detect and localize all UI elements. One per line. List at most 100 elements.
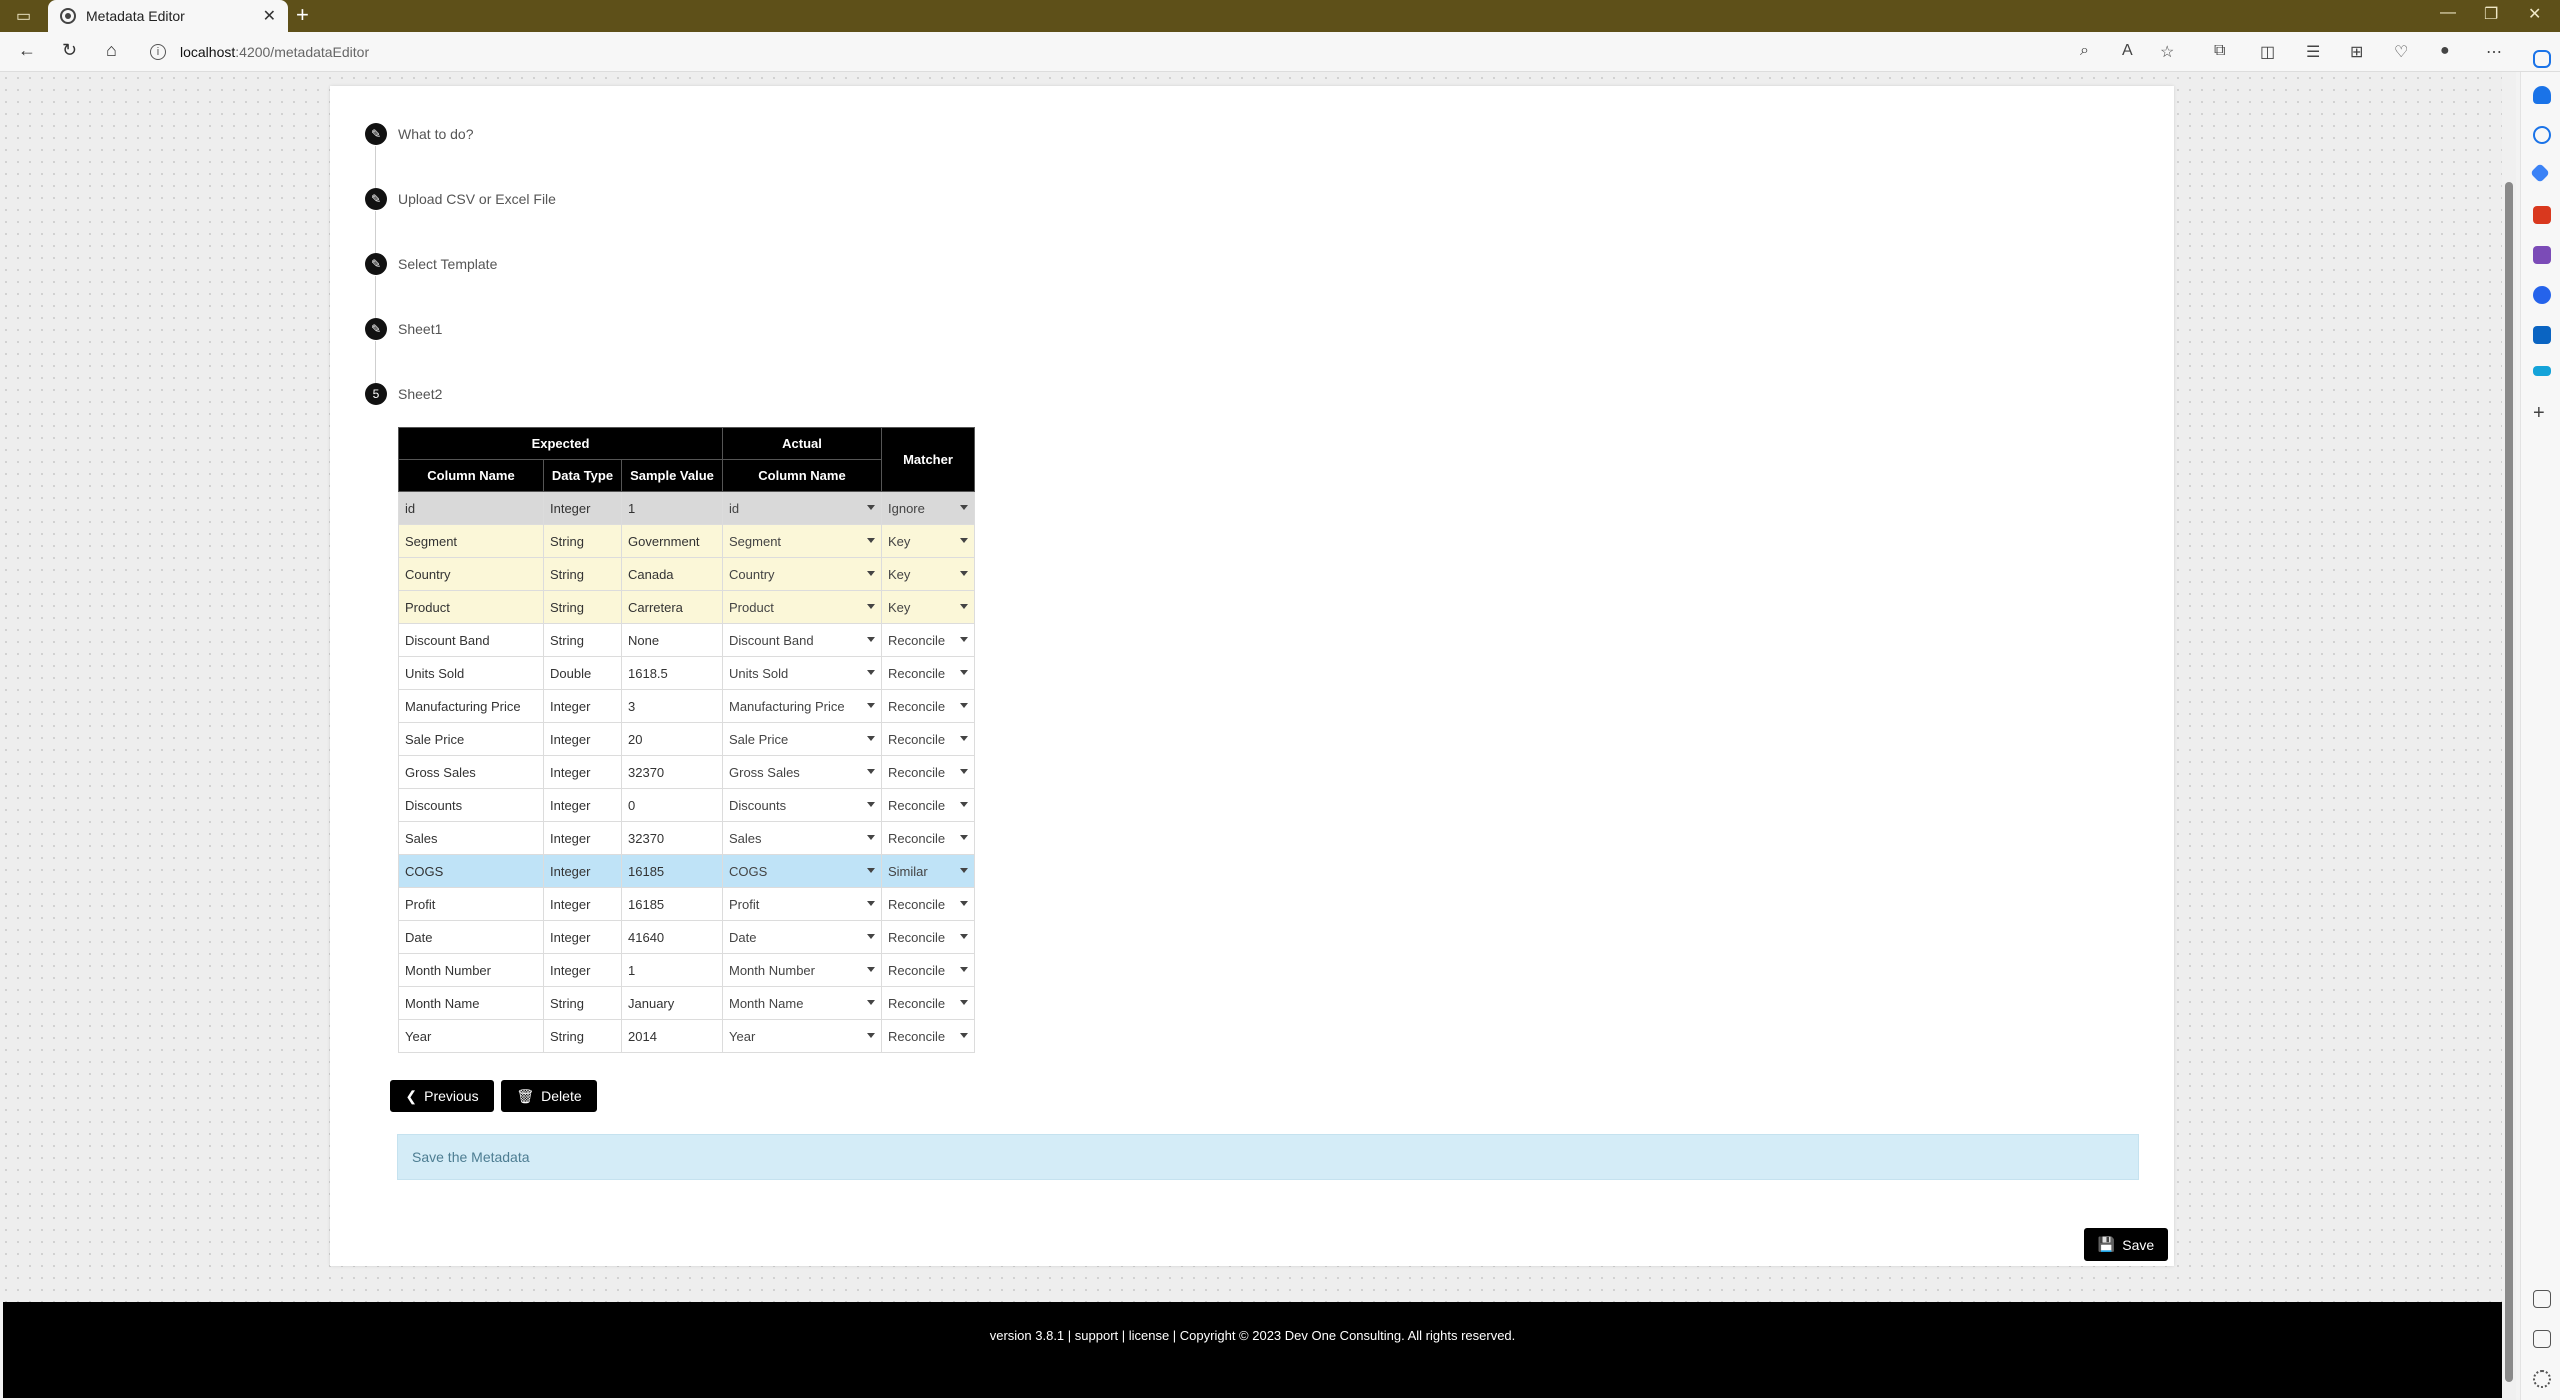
actual-column-select[interactable]: Date	[722, 920, 882, 954]
step-sheet1[interactable]: ✎ Sheet1	[365, 318, 442, 340]
shopping-icon[interactable]	[2530, 163, 2550, 183]
copilot-icon[interactable]	[2533, 50, 2551, 68]
matcher-select[interactable]: Reconcile	[881, 755, 975, 789]
matcher-select[interactable]: Key	[881, 557, 975, 591]
matcher-select[interactable]: Key	[881, 590, 975, 624]
caret-down-icon	[867, 1000, 875, 1005]
caret-down-icon	[867, 802, 875, 807]
read-aloud-icon[interactable]: A	[2122, 42, 2133, 60]
actual-column-select[interactable]: Country	[722, 557, 882, 591]
more-options-icon[interactable]: ⋯	[2486, 42, 2502, 62]
outlook-icon[interactable]	[2533, 326, 2551, 344]
actual-column-select[interactable]: Profit	[722, 887, 882, 921]
actual-column-select[interactable]: COGS	[722, 854, 882, 888]
actual-column-select[interactable]: Units Sold	[722, 656, 882, 690]
save-label: Save	[2122, 1236, 2155, 1253]
caret-down-icon	[867, 901, 875, 906]
settings-gear-icon[interactable]	[2533, 1370, 2551, 1388]
tab-close-icon[interactable]: ✕	[263, 6, 276, 26]
actual-column-select[interactable]: Year	[722, 1019, 882, 1053]
workspaces-icon[interactable]: ▭	[16, 6, 31, 26]
step-select-template[interactable]: ✎ Select Template	[365, 253, 497, 275]
minimize-icon[interactable]: —	[2440, 4, 2456, 22]
notifications-icon[interactable]	[2533, 86, 2551, 104]
expected-column-name-cell-text: Units Sold	[405, 665, 465, 681]
actual-column-select[interactable]: Manufacturing Price	[722, 689, 882, 723]
expected-column-name-cell-text: Sale Price	[405, 731, 465, 747]
actual-column-select[interactable]: id	[722, 491, 882, 525]
browser-essentials-icon[interactable]: ♡	[2394, 42, 2408, 62]
tools-icon[interactable]	[2533, 206, 2551, 224]
open-external-icon[interactable]	[2533, 1330, 2551, 1348]
save-button[interactable]: 💾 Save	[2084, 1228, 2168, 1261]
hide-sidebar-icon[interactable]	[2533, 1290, 2551, 1308]
actual-column-select[interactable]: Product	[722, 590, 882, 624]
matcher-select[interactable]: Reconcile	[881, 986, 975, 1020]
actual-column-select-text: Sale Price	[729, 731, 789, 747]
actual-column-select[interactable]: Month Name	[722, 986, 882, 1020]
games-icon[interactable]	[2533, 246, 2551, 264]
matcher-select[interactable]: Reconcile	[881, 821, 975, 855]
extensions-icon[interactable]: ⧉	[2214, 42, 2225, 60]
sample-value-cell-text: January	[628, 995, 675, 1011]
favorite-star-icon[interactable]: ☆	[2160, 42, 2174, 62]
collections-icon[interactable]: ⊞	[2350, 42, 2363, 62]
matcher-select[interactable]: Reconcile	[881, 722, 975, 756]
data-type-cell: String	[543, 1019, 622, 1053]
back-icon[interactable]: ←	[18, 40, 36, 61]
matcher-select-text: Key	[888, 566, 911, 582]
matcher-select[interactable]: Ignore	[881, 491, 975, 525]
matcher-select[interactable]: Reconcile	[881, 788, 975, 822]
zoom-icon[interactable]: ⌕	[2080, 42, 2089, 60]
address-bar: ← ↻ ⌂ i localhost :4200/metadataEditor ⌕…	[0, 32, 2560, 72]
step-upload-file[interactable]: ✎ Upload CSV or Excel File	[365, 188, 556, 210]
matcher-select[interactable]: Similar	[881, 854, 975, 888]
step-sheet2[interactable]: 5 Sheet2	[365, 383, 442, 405]
previous-button[interactable]: ❮ Previous	[390, 1080, 494, 1112]
actual-column-select[interactable]: Discounts	[722, 788, 882, 822]
drop-icon[interactable]	[2533, 366, 2551, 376]
expected-column-name-cell: Year	[398, 1019, 544, 1053]
data-type-cell-text: Double	[550, 665, 592, 681]
matcher-select[interactable]: Reconcile	[881, 689, 975, 723]
split-screen-icon[interactable]: ◫	[2260, 42, 2275, 62]
restore-icon[interactable]: ❐	[2484, 4, 2498, 24]
search-icon[interactable]	[2533, 126, 2551, 144]
sample-value-cell: None	[621, 623, 723, 657]
add-icon[interactable]: +	[2533, 403, 2551, 423]
site-info-icon[interactable]: i	[150, 44, 166, 60]
data-type-cell: Integer	[543, 887, 622, 921]
matcher-select[interactable]: Key	[881, 524, 975, 558]
actual-column-select[interactable]: Sales	[722, 821, 882, 855]
actual-column-select[interactable]: Month Number	[722, 953, 882, 987]
data-type-cell: Integer	[543, 689, 622, 723]
browser-tab[interactable]: Metadata Editor ✕	[48, 0, 288, 32]
actual-column-select[interactable]: Segment	[722, 524, 882, 558]
actual-column-select[interactable]: Discount Band	[722, 623, 882, 657]
caret-down-icon	[960, 835, 968, 840]
page-scrollbar[interactable]	[2502, 72, 2516, 1400]
actual-column-select[interactable]: Gross Sales	[722, 755, 882, 789]
actual-column-select-text: Date	[729, 929, 757, 945]
microsoft-365-icon[interactable]	[2533, 286, 2551, 304]
matcher-select[interactable]: Reconcile	[881, 953, 975, 987]
matcher-select[interactable]: Reconcile	[881, 887, 975, 921]
matcher-select[interactable]: Reconcile	[881, 1019, 975, 1053]
delete-button[interactable]: 🗑 Delete	[501, 1080, 597, 1112]
favorites-icon[interactable]: ☰	[2306, 42, 2320, 62]
refresh-icon[interactable]: ↻	[62, 40, 77, 61]
window-close-icon[interactable]: ✕	[2528, 4, 2541, 24]
step-what-to-do[interactable]: ✎ What to do?	[365, 123, 474, 145]
matcher-select[interactable]: Reconcile	[881, 623, 975, 657]
sample-value-cell: 1	[621, 491, 723, 525]
profile-icon[interactable]: ●	[2440, 42, 2450, 60]
new-tab-button[interactable]: +	[296, 2, 309, 28]
home-icon[interactable]: ⌂	[106, 40, 117, 61]
scroll-thumb[interactable]	[2505, 182, 2513, 1382]
matcher-select[interactable]: Reconcile	[881, 920, 975, 954]
sample-value-cell: Government	[621, 524, 723, 558]
actual-column-select[interactable]: Sale Price	[722, 722, 882, 756]
edit-icon: ✎	[365, 318, 387, 340]
url-field[interactable]: i localhost :4200/metadataEditor	[150, 38, 2100, 66]
matcher-select[interactable]: Reconcile	[881, 656, 975, 690]
